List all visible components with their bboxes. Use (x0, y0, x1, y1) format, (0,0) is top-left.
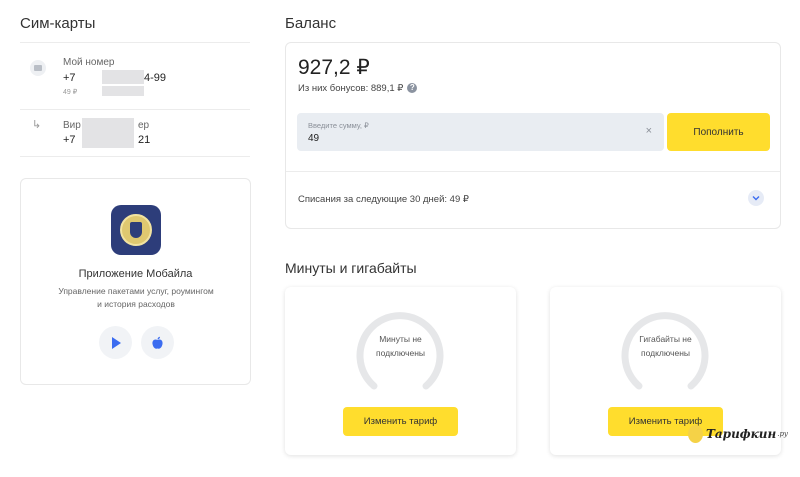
minutes-card: Минуты не подключены Изменить тариф (285, 287, 516, 455)
sub-arrow-icon: ↳ (32, 119, 42, 131)
apple-icon (152, 336, 163, 349)
upcoming-charges: Списания за следующие 30 дней: 49 ₽ (298, 194, 469, 205)
minutes-status: Минуты не подключены (285, 332, 516, 360)
sim-item-virtual[interactable]: ↳ Вир ер +7 21 (20, 118, 250, 154)
redacted-sub (102, 86, 144, 96)
app-logo (111, 205, 161, 255)
amount-input-placeholder: Введите сумму, ₽ (308, 121, 369, 130)
sim-label: Мой номер (63, 57, 115, 68)
packages-title: Минуты и гигабайты (285, 260, 417, 276)
sim-phone-suffix: 21 (138, 134, 151, 146)
watermark-sun-icon (688, 425, 703, 443)
clear-icon[interactable]: × (646, 125, 652, 137)
sim-label-start: Вир (63, 120, 81, 131)
divider (20, 109, 250, 110)
divider (286, 171, 780, 172)
app-desc-line1: Управление пакетами услуг, роумингом (58, 286, 214, 296)
amount-input-value: 49 (308, 133, 320, 144)
bonus-text: Из них бонусов: 889,1 ₽ (298, 83, 404, 94)
redacted-number (102, 70, 144, 84)
sim-sub: 49 ₽ (63, 89, 78, 96)
gigabytes-status: Гигабайты не подключены (550, 332, 781, 360)
redacted-label (82, 118, 134, 148)
watermark: Тарифкин .ру (688, 423, 788, 445)
gigabytes-status-line1: Гигабайты не (639, 334, 692, 344)
amount-input[interactable]: Введите сумму, ₽ 49 × (297, 113, 664, 151)
help-icon[interactable]: ? (407, 83, 418, 94)
google-play-button[interactable] (99, 326, 132, 359)
divider (20, 156, 250, 157)
minutes-status-line2: подключены (375, 348, 426, 358)
divider (20, 42, 250, 43)
sim-phone-prefix: +7 (63, 72, 76, 84)
app-desc-line2: и история расходов (97, 299, 175, 309)
sim-phone-prefix: +7 (63, 134, 76, 146)
chevron-down-icon (752, 196, 760, 201)
play-store-icon (111, 336, 121, 349)
topup-button[interactable]: Пополнить (667, 113, 770, 151)
sim-cards-title: Сим-карты (20, 15, 96, 32)
bonus-info: Из них бонусов: 889,1 ₽? (298, 83, 418, 94)
balance-amount: 927,2 ₽ (298, 56, 370, 79)
change-tariff-button[interactable]: Изменить тариф (343, 407, 458, 436)
watermark-suffix: .ру (777, 430, 788, 438)
watermark-text: Тарифкин (705, 427, 777, 441)
app-title: Приложение Мобайла (78, 268, 193, 280)
sim-phone-suffix: 4-99 (144, 72, 167, 84)
sim-card-icon (30, 60, 46, 76)
balance-card: 927,2 ₽ Из них бонусов: 889,1 ₽? Введите… (285, 42, 781, 229)
expand-charges-button[interactable] (748, 190, 764, 206)
sim-item-main[interactable]: Мой номер +7 4-99 49 ₽ (20, 54, 250, 104)
balance-title: Баланс (285, 15, 337, 32)
gigabytes-status-line2: подключены (640, 348, 691, 358)
minutes-status-line1: Минуты не (379, 334, 422, 344)
sim-label-end: ер (138, 120, 150, 131)
app-store-button[interactable] (141, 326, 174, 359)
app-promo-card: Приложение Мобайла Управление пакетами у… (20, 178, 251, 385)
app-description: Управление пакетами услуг, роумингом и и… (41, 285, 231, 311)
